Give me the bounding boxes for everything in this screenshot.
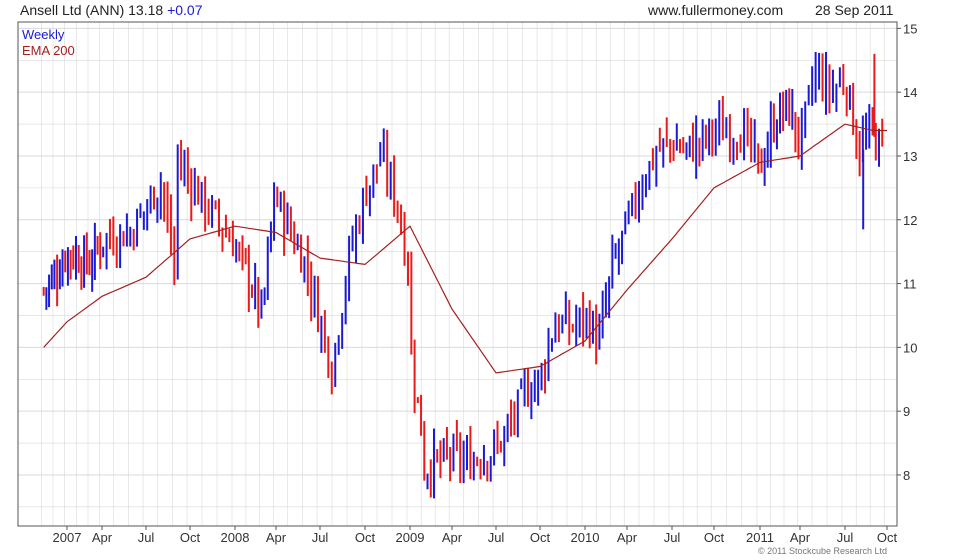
legend-ema: EMA 200 (22, 43, 75, 58)
x-tick-label: Apr (442, 530, 463, 545)
y-tick-label: 12 (903, 213, 917, 228)
x-tick-label: Apr (617, 530, 638, 545)
x-tick-label: Apr (266, 530, 287, 545)
x-tick-label: Oct (704, 530, 725, 545)
candles (42, 51, 884, 499)
y-tick-label: 13 (903, 149, 917, 164)
x-tick-label: Oct (180, 530, 201, 545)
x-tick-label: 2009 (396, 530, 425, 545)
price-chart: 8 9 10 11 12 13 14 15 2007 Apr Jul Oct 2008 Apr Jul Oct… (17, 21, 917, 545)
x-tick-label: 2008 (221, 530, 250, 545)
x-tick-label: 2010 (571, 530, 600, 545)
y-tick-label: 8 (903, 468, 910, 483)
y-tick-label: 10 (903, 340, 917, 355)
y-tick-label: 9 (903, 404, 910, 419)
x-tick-label: Jul (138, 530, 155, 545)
x-tick-label: Jul (488, 530, 505, 545)
y-tick-label: 14 (903, 85, 917, 100)
y-tick-label: 11 (903, 277, 917, 292)
x-tick-label: Jul (664, 530, 681, 545)
legend-weekly: Weekly (22, 27, 65, 42)
x-tick-label: Jul (312, 530, 329, 545)
copyright-text: © 2011 Stockcube Research Ltd (758, 546, 888, 556)
x-tick-label: Apr (92, 530, 113, 545)
x-tick-label: Oct (877, 530, 898, 545)
x-tick-label: Jul (837, 530, 854, 545)
x-tick-label: 2011 (746, 530, 774, 545)
x-tick-label: Oct (355, 530, 376, 545)
x-tick-label: Oct (530, 530, 551, 545)
x-tick-label: 2007 (53, 530, 82, 545)
y-tick-label: 15 (903, 21, 917, 36)
x-tick-label: Apr (790, 530, 811, 545)
